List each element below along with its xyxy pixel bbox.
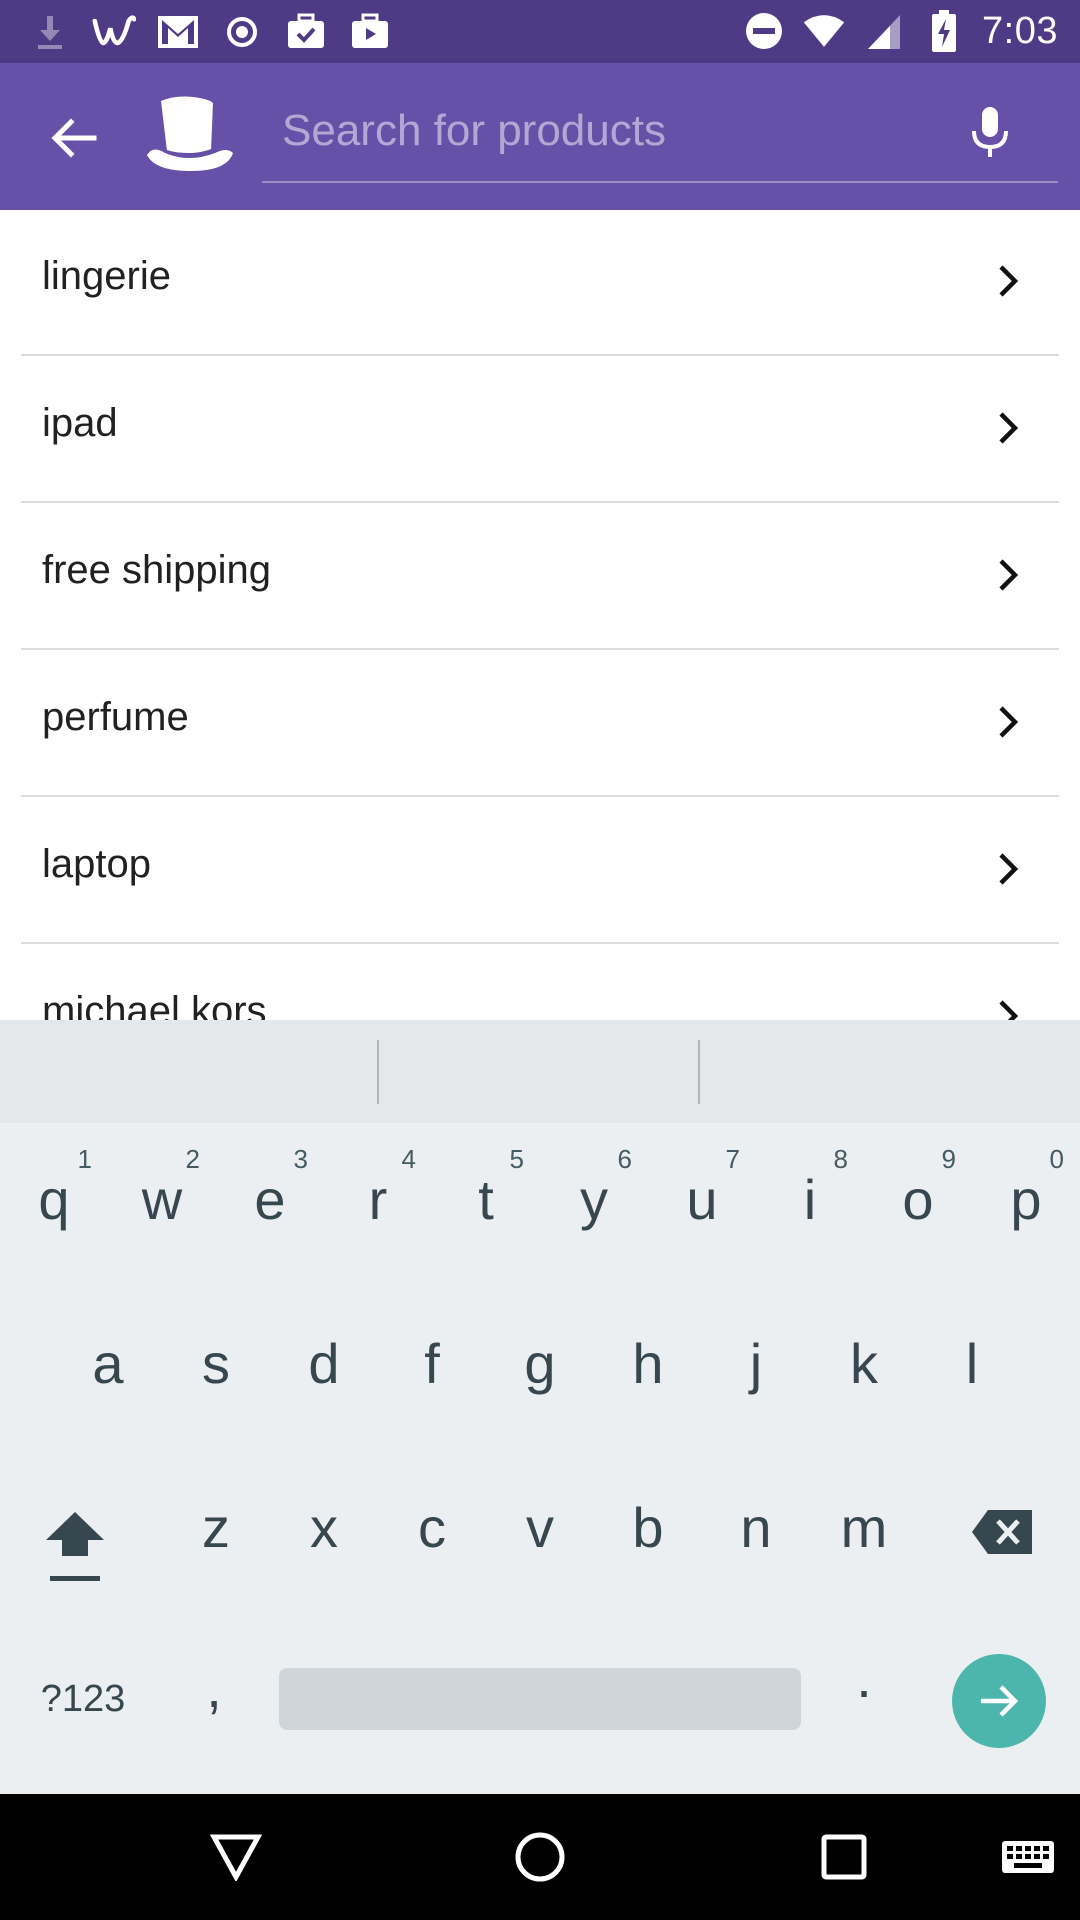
soft-keyboard: q1 w2 e3 r4 t5 y6 u7 i8 o9 p0 a s d f g … — [0, 1020, 1080, 1794]
suggestion-label: lingerie — [42, 254, 171, 298]
key-m[interactable]: m — [832, 1500, 896, 1556]
go-enter-button[interactable] — [952, 1654, 1046, 1748]
key-o[interactable]: o9 — [886, 1144, 956, 1228]
chevron-right-icon — [991, 405, 1027, 451]
back-arrow-icon — [51, 118, 97, 158]
wish-w-icon — [92, 10, 136, 54]
suggestion-divider — [377, 1040, 379, 1104]
key-g[interactable]: g — [508, 1336, 572, 1392]
comma-key[interactable]: , — [194, 1660, 234, 1716]
key-u[interactable]: u7 — [670, 1144, 740, 1228]
key-h[interactable]: h — [616, 1336, 680, 1392]
key-s[interactable]: s — [184, 1336, 248, 1392]
app-bar — [0, 63, 1080, 210]
symbols-key[interactable]: ?123 — [28, 1678, 138, 1721]
key-p[interactable]: p0 — [994, 1144, 1064, 1228]
signal-icon — [862, 9, 906, 53]
list-item[interactable]: ipad — [21, 357, 1059, 503]
key-z[interactable]: z — [184, 1500, 248, 1556]
space-bar[interactable] — [279, 1668, 801, 1730]
backspace-key[interactable] — [968, 1506, 1038, 1566]
recents-square-icon — [821, 1834, 867, 1880]
suggestion-label: ipad — [42, 401, 118, 445]
wifi-icon — [802, 9, 846, 53]
arrow-right-icon — [981, 1685, 1019, 1717]
shift-arrow-icon — [46, 1512, 104, 1581]
top-hat-logo-icon[interactable] — [145, 95, 235, 179]
list-item[interactable]: free shipping — [21, 504, 1059, 650]
chevron-right-icon — [991, 699, 1027, 745]
home-circle-icon — [515, 1832, 565, 1882]
briefcase-play-icon — [348, 10, 392, 54]
key-q[interactable]: q1 — [22, 1144, 92, 1228]
period-key[interactable]: . — [844, 1650, 884, 1706]
search-input[interactable] — [262, 91, 962, 171]
voice-search-button[interactable] — [960, 101, 1020, 165]
back-triangle-icon — [210, 1834, 262, 1881]
back-button[interactable] — [40, 105, 106, 171]
key-l[interactable]: l — [940, 1336, 1004, 1392]
chevron-right-icon — [991, 846, 1027, 892]
suggestion-label: michael kors — [42, 989, 267, 1020]
list-item[interactable]: michael kors — [21, 945, 1059, 1020]
do-not-disturb-icon — [742, 9, 786, 53]
record-icon — [220, 10, 264, 54]
briefcase-check-icon — [284, 10, 328, 54]
list-item[interactable]: lingerie — [21, 210, 1059, 356]
list-item[interactable]: laptop — [21, 798, 1059, 944]
backspace-icon — [972, 1510, 1032, 1554]
key-i[interactable]: i8 — [778, 1144, 848, 1228]
system-nav-bar — [0, 1794, 1080, 1920]
nav-back-button[interactable] — [208, 1829, 264, 1885]
key-y[interactable]: y6 — [562, 1144, 632, 1228]
download-icon — [28, 10, 72, 54]
key-c[interactable]: c — [400, 1500, 464, 1556]
key-e[interactable]: e3 — [238, 1144, 308, 1228]
nav-recents-button[interactable] — [816, 1829, 872, 1885]
key-w[interactable]: w2 — [130, 1144, 200, 1228]
gmail-icon — [156, 10, 200, 54]
shift-key[interactable] — [40, 1506, 110, 1586]
key-b[interactable]: b — [616, 1500, 680, 1556]
status-time: 7:03 — [982, 9, 1058, 52]
key-n[interactable]: n — [724, 1500, 788, 1556]
key-d[interactable]: d — [292, 1336, 356, 1392]
chevron-right-icon — [991, 552, 1027, 598]
chevron-right-icon — [991, 993, 1027, 1020]
status-notification-icons — [28, 10, 392, 54]
list-item[interactable]: perfume — [21, 651, 1059, 797]
suggestion-label: free shipping — [42, 548, 272, 592]
microphone-icon — [972, 107, 1008, 157]
suggestion-divider — [698, 1040, 700, 1104]
suggestion-label: laptop — [42, 842, 151, 886]
status-bar: 7:03 — [0, 0, 1080, 63]
battery-charging-icon — [922, 9, 966, 53]
key-r[interactable]: r4 — [346, 1144, 416, 1228]
key-t[interactable]: t5 — [454, 1144, 524, 1228]
key-x[interactable]: x — [292, 1500, 356, 1556]
search-suggestions-list: lingerie ipad free shipping perfume lapt… — [0, 210, 1080, 1020]
key-f[interactable]: f — [400, 1336, 464, 1392]
nav-home-button[interactable] — [512, 1829, 568, 1885]
nav-keyboard-switch-button[interactable] — [1000, 1829, 1056, 1885]
suggestion-label: perfume — [42, 695, 189, 739]
key-k[interactable]: k — [832, 1336, 896, 1392]
keyboard-switch-icon — [1002, 1841, 1054, 1873]
status-system-icons: 7:03 — [742, 8, 1058, 54]
key-a[interactable]: a — [76, 1336, 140, 1392]
keyboard-suggestion-strip[interactable] — [0, 1020, 1080, 1123]
key-v[interactable]: v — [508, 1500, 572, 1556]
search-bar — [262, 81, 1058, 183]
key-j[interactable]: j — [724, 1336, 788, 1392]
chevron-right-icon — [991, 258, 1027, 304]
